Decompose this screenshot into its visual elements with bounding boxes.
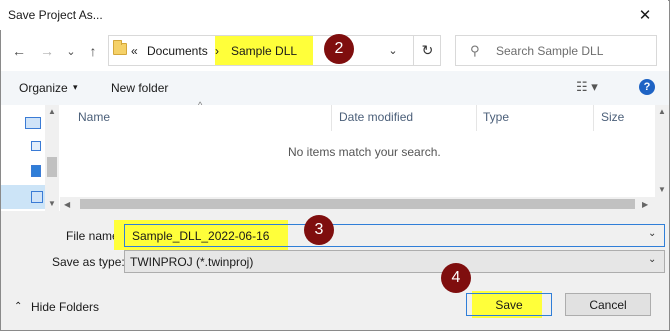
command-toolbar: Organize ▾ New folder ☷ ▾ ? bbox=[1, 71, 669, 105]
view-options-icon[interactable]: ☷ ▾ bbox=[576, 79, 606, 97]
address-dropdown-icon[interactable]: ⌄ bbox=[385, 42, 401, 58]
callout-marker-4: 4 bbox=[441, 263, 471, 293]
this-pc-icon[interactable] bbox=[25, 117, 41, 129]
scroll-left-icon[interactable]: ◀ bbox=[64, 200, 70, 209]
cancel-button-label: Cancel bbox=[589, 297, 627, 312]
nav-pane-scrollbar[interactable]: ▲ ▼ bbox=[45, 105, 59, 211]
callout-marker-3: 3 bbox=[304, 215, 334, 245]
new-folder-button[interactable]: New folder bbox=[111, 81, 168, 95]
save-as-type-select[interactable]: TWINPROJ (*.twinproj) ⌄ bbox=[124, 250, 665, 273]
column-divider[interactable] bbox=[593, 105, 594, 131]
search-placeholder: Search Sample DLL bbox=[496, 44, 604, 58]
dialog-title: Save Project As... bbox=[8, 8, 103, 22]
horizontal-scroll-thumb[interactable] bbox=[80, 199, 635, 209]
address-bar[interactable]: « Documents › Sample DLL ⌄ ↻ bbox=[108, 35, 441, 66]
file-name-field[interactable]: Sample_DLL_2022-06-16 ⌄ bbox=[124, 224, 665, 247]
column-header-date-modified[interactable]: Date modified bbox=[339, 110, 413, 124]
breadcrumb-sample-dll[interactable]: Sample DLL bbox=[231, 44, 297, 58]
help-icon[interactable]: ? bbox=[639, 79, 655, 95]
chevron-up-icon[interactable]: ⌃ bbox=[14, 301, 22, 312]
file-list-horizontal-scrollbar[interactable]: ◀ ▶ bbox=[60, 197, 669, 211]
sort-ascending-icon: ^ bbox=[198, 100, 203, 110]
scroll-down-icon[interactable]: ▼ bbox=[48, 199, 56, 208]
file-name-value[interactable]: Sample_DLL_2022-06-16 bbox=[132, 229, 269, 243]
column-header-size[interactable]: Size bbox=[601, 110, 624, 124]
recent-locations-chevron-icon[interactable]: ⌄ bbox=[60, 38, 82, 64]
file-list: ^ Name Date modified Type Size No items … bbox=[60, 100, 669, 211]
callout-marker-2: 2 bbox=[324, 34, 354, 64]
back-arrow-icon[interactable]: ← bbox=[8, 38, 30, 64]
column-header-type[interactable]: Type bbox=[483, 110, 509, 124]
cube-3d-objects-icon[interactable] bbox=[31, 141, 41, 151]
title-bar: Save Project As... ✕ bbox=[0, 0, 668, 30]
refresh-icon[interactable]: ↻ bbox=[413, 36, 441, 65]
scroll-down-icon[interactable]: ▼ bbox=[658, 185, 666, 194]
save-as-type-label: Save as type: bbox=[52, 255, 125, 269]
chevron-down-icon[interactable]: ⌄ bbox=[648, 228, 656, 239]
save-button-label: Save bbox=[495, 297, 523, 312]
forward-arrow-icon[interactable]: → bbox=[36, 38, 58, 64]
scroll-up-icon[interactable]: ▲ bbox=[48, 107, 56, 116]
nav-pane-scroll-thumb[interactable] bbox=[47, 157, 57, 177]
search-box[interactable]: ⚲ Search Sample DLL bbox=[455, 35, 657, 66]
drive-icon bbox=[31, 191, 43, 203]
chevron-down-icon[interactable]: ⌄ bbox=[648, 254, 656, 265]
empty-list-message: No items match your search. bbox=[288, 145, 441, 159]
desktop-icon[interactable] bbox=[31, 165, 41, 177]
up-folder-arrow-icon[interactable]: ↑ bbox=[82, 38, 104, 64]
cancel-button[interactable]: Cancel bbox=[565, 293, 651, 316]
file-list-vertical-scrollbar[interactable]: ▲ ▼ bbox=[655, 105, 669, 197]
breadcrumb-documents[interactable]: Documents bbox=[147, 44, 208, 58]
search-icon: ⚲ bbox=[470, 43, 480, 58]
organize-menu-button[interactable]: Organize bbox=[19, 81, 68, 95]
close-icon[interactable]: ✕ bbox=[622, 0, 668, 30]
breadcrumb-overflow[interactable]: « bbox=[131, 44, 138, 58]
scroll-up-icon[interactable]: ▲ bbox=[658, 107, 666, 116]
column-divider[interactable] bbox=[331, 105, 332, 131]
selected-nav-item[interactable] bbox=[1, 185, 45, 209]
breadcrumb-separator[interactable]: › bbox=[215, 44, 219, 58]
scroll-right-icon[interactable]: ▶ bbox=[642, 200, 648, 209]
caret-down-icon[interactable]: ▾ bbox=[73, 82, 78, 93]
hide-folders-button[interactable]: Hide Folders bbox=[31, 300, 99, 314]
navigation-pane: ▲ ▼ bbox=[1, 105, 59, 211]
column-header-name[interactable]: Name bbox=[78, 110, 110, 124]
save-as-type-value[interactable]: TWINPROJ (*.twinproj) bbox=[130, 255, 253, 269]
save-button[interactable]: Save bbox=[466, 293, 552, 316]
folder-icon bbox=[113, 40, 127, 55]
column-divider[interactable] bbox=[476, 105, 477, 131]
